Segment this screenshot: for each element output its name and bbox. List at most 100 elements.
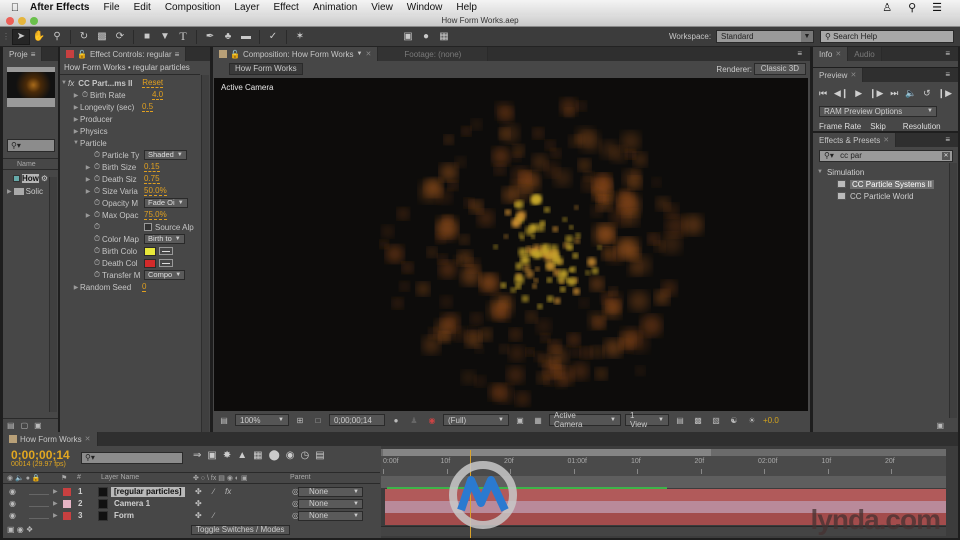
auto-keyframe-icon[interactable]: ◷ bbox=[301, 450, 310, 461]
fx-icon[interactable]: fx bbox=[68, 79, 74, 88]
last-frame-icon[interactable]: ⏭ bbox=[890, 88, 898, 99]
effect-property[interactable]: ⏱ Particle Ty Shaded ▼ bbox=[60, 149, 200, 161]
shy-switch-icon[interactable]: ✤ bbox=[195, 487, 202, 496]
menu-window[interactable]: Window bbox=[407, 2, 443, 13]
parent-header[interactable]: Parent bbox=[290, 474, 311, 481]
close-tab-icon[interactable]: ✕ bbox=[850, 71, 856, 79]
menu-list-icon[interactable]: ☰ bbox=[932, 1, 942, 14]
expand-triangle-icon[interactable]: ▶ bbox=[84, 176, 92, 183]
property-dropdown[interactable]: Compo ▼ bbox=[144, 270, 186, 280]
resolution-select[interactable]: (Full) ▼ bbox=[443, 414, 509, 426]
clear-search-icon[interactable]: ✕ bbox=[942, 152, 950, 160]
exposure-icon[interactable]: ☀ bbox=[745, 414, 759, 426]
shy-switch-icon[interactable]: ✤ bbox=[195, 499, 202, 508]
project-item-composition[interactable]: How ⚙ bbox=[3, 172, 48, 184]
expand-triangle-icon[interactable]: ▶ bbox=[72, 92, 80, 99]
tab-footage[interactable]: Footage: (none) bbox=[378, 47, 489, 61]
close-tab-icon[interactable]: ✕ bbox=[883, 136, 889, 144]
timeline-layer-row[interactable]: ◉ ▶ 3 Form ✤ ∕ ◎ None ▼ bbox=[3, 510, 380, 522]
project-scrollbar[interactable] bbox=[49, 177, 57, 412]
effect-property[interactable]: ▶ Longevity (sec) 0.5 bbox=[60, 101, 200, 113]
panel-menu-icon[interactable]: ≡ bbox=[31, 50, 36, 59]
interpret-footage-icon[interactable]: ▤ bbox=[7, 421, 15, 430]
eyedropper-icon[interactable] bbox=[159, 247, 173, 255]
fx-switch-icon[interactable]: fx bbox=[225, 487, 231, 496]
label-color-icon[interactable] bbox=[63, 488, 71, 496]
menu-edit[interactable]: Edit bbox=[134, 2, 151, 13]
expand-triangle-icon[interactable]: ▼ bbox=[60, 80, 68, 86]
stopwatch-icon[interactable]: ⏱ bbox=[92, 150, 102, 160]
project-search-input[interactable]: ⚲▾ bbox=[7, 139, 55, 152]
reset-link[interactable]: Reset bbox=[142, 78, 164, 88]
label-color-icon[interactable] bbox=[63, 500, 71, 508]
roto-brush-tool-icon[interactable]: ✓ bbox=[264, 29, 282, 45]
menu-animation[interactable]: Animation bbox=[313, 2, 357, 13]
property-dropdown[interactable]: Fade Oi ▼ bbox=[144, 198, 188, 208]
snapshot-camera-icon[interactable]: ● bbox=[389, 414, 403, 426]
solo-lock-switches[interactable] bbox=[29, 499, 49, 507]
project-item-folder[interactable]: ▶ Solic bbox=[3, 185, 48, 197]
region-of-interest-icon[interactable]: ▣ bbox=[513, 414, 527, 426]
timeline-icon[interactable]: ▧ bbox=[709, 414, 723, 426]
stopwatch-icon[interactable]: ⏱ bbox=[92, 174, 102, 184]
mask-visibility-icon[interactable]: □ bbox=[311, 414, 325, 426]
stopwatch-icon[interactable]: ⏱ bbox=[92, 186, 102, 196]
close-tab-icon[interactable]: ✕ bbox=[835, 50, 841, 58]
effect-property[interactable]: ▶ ⏱ Size Varia 50.0% bbox=[60, 185, 200, 197]
panel-menu-icon[interactable]: ≡ bbox=[945, 135, 950, 144]
label-color-icon[interactable] bbox=[63, 512, 71, 520]
timeline-search-input[interactable]: ⚲▾ bbox=[81, 452, 183, 464]
fast-previews-icon[interactable]: ▩ bbox=[691, 414, 705, 426]
eyedropper-icon[interactable] bbox=[159, 259, 173, 267]
effect-property[interactable]: ▶ ⏱ Birth Rate 4.0 bbox=[60, 89, 200, 101]
effect-property[interactable]: ▶ ⏱ Max Opac 75.0% bbox=[60, 209, 200, 221]
quality-switch-icon[interactable]: ∕ bbox=[213, 511, 214, 520]
tab-info[interactable]: Info ✕ bbox=[813, 47, 849, 61]
property-dropdown[interactable]: Shaded ▼ bbox=[144, 150, 187, 160]
effect-property[interactable]: ⏱ Opacity M Fade Oi ▼ bbox=[60, 197, 200, 209]
new-folder-icon[interactable]: ▢ bbox=[21, 421, 29, 430]
new-bin-icon[interactable]: ▣ bbox=[936, 421, 944, 430]
effect-property[interactable]: ▶ ⏱ Birth Size 0.15 bbox=[60, 161, 200, 173]
color-swatch[interactable] bbox=[144, 258, 156, 268]
comp-mini-flowchart-icon[interactable]: ⇒ bbox=[193, 450, 201, 461]
panel-menu-icon[interactable]: ≡ bbox=[797, 49, 802, 58]
next-frame-icon[interactable]: ❙▶ bbox=[869, 88, 883, 99]
expand-triangle-icon[interactable]: ▶ bbox=[53, 488, 58, 495]
effects-scrollbar[interactable] bbox=[949, 163, 957, 418]
panel-menu-icon[interactable]: ≡ bbox=[945, 70, 950, 79]
stopwatch-icon[interactable]: ⏱ bbox=[92, 234, 102, 244]
camera-view-select[interactable]: Active Camera ▼ bbox=[549, 411, 621, 429]
menu-file[interactable]: File bbox=[103, 2, 119, 13]
color-swatch[interactable] bbox=[144, 246, 156, 256]
property-value[interactable]: 75.0% bbox=[144, 210, 167, 220]
frame-blending-icon[interactable]: ▦ bbox=[253, 450, 262, 461]
expand-triangle-icon[interactable]: ▶ bbox=[72, 116, 80, 123]
pan-behind-tool-icon[interactable]: ⟳ bbox=[111, 29, 129, 45]
source-alpha-checkbox[interactable] bbox=[144, 223, 152, 231]
property-value[interactable]: 0.5 bbox=[142, 102, 154, 112]
expand-triangle-icon[interactable]: ▶ bbox=[7, 188, 12, 195]
panel-menu-icon[interactable]: ≡ bbox=[175, 50, 180, 59]
layer-name[interactable]: Form bbox=[111, 511, 137, 521]
app-menu[interactable]: After Effects bbox=[30, 2, 89, 13]
property-value[interactable]: 0.75 bbox=[144, 174, 160, 184]
expand-triangle-icon[interactable]: ▶ bbox=[84, 188, 92, 195]
pen-tool-icon[interactable]: ▼ bbox=[156, 29, 174, 45]
effect-property[interactable]: ▶ Random Seed 0 bbox=[60, 281, 200, 293]
parent-select[interactable]: None ▼ bbox=[298, 487, 363, 497]
shy-switch-icon[interactable]: ✤ bbox=[195, 511, 202, 520]
panel-menu-icon[interactable]: ≡ bbox=[945, 49, 950, 58]
effect-property[interactable]: ⏱ Birth Colo bbox=[60, 245, 200, 257]
column-name-header[interactable]: Name bbox=[3, 158, 58, 170]
eye-visibility-icon[interactable]: ◉ bbox=[9, 487, 16, 496]
lock-icon[interactable]: 🔓 bbox=[230, 50, 240, 59]
channel-rgb-icon[interactable]: ◉ bbox=[425, 414, 439, 426]
always-preview-icon[interactable]: ▤ bbox=[217, 414, 231, 426]
stopwatch-icon[interactable]: ⏱ bbox=[92, 270, 102, 280]
apple-menu-icon[interactable]:  bbox=[0, 2, 30, 14]
show-snapshot-icon[interactable]: ♟ bbox=[407, 414, 421, 426]
timeline-timecode[interactable]: 0;00;00;14 bbox=[11, 448, 70, 462]
new-composition-icon[interactable]: ▣ bbox=[34, 421, 42, 430]
stopwatch-icon[interactable]: ⏱ bbox=[92, 198, 102, 208]
